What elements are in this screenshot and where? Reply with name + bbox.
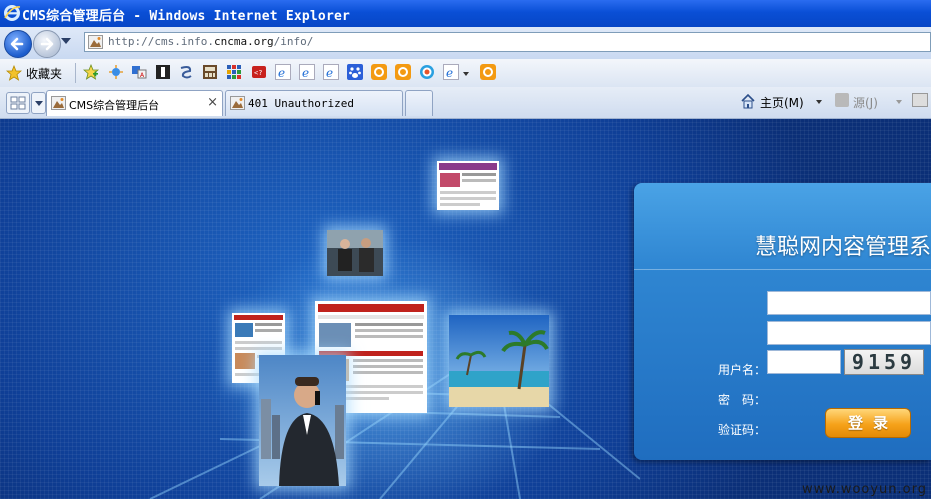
sun-shortcut-icon[interactable] (108, 64, 124, 80)
captcha-input[interactable] (767, 350, 841, 374)
password-label: 密 码： (718, 393, 767, 407)
more-links-dropdown-icon[interactable] (463, 72, 469, 76)
address-field[interactable]: http://cms.info.cncma.org/info/ (84, 32, 931, 52)
rss-feed-icon[interactable] (835, 93, 849, 107)
navigation-bar: http://cms.info.cncma.org/info/ (0, 27, 931, 59)
login-button[interactable]: 登录 (825, 408, 911, 438)
print-icon[interactable] (912, 93, 928, 107)
ie-link-icon[interactable]: e (323, 64, 339, 80)
svg-text:e: e (326, 66, 333, 80)
ie-link-icon[interactable]: e (299, 64, 315, 80)
site-favicon-icon (51, 96, 66, 110)
tab-bar: CMS综合管理后台 × 401 Unauthorized 主页(M) 源(J) (0, 87, 931, 119)
divider (634, 269, 931, 270)
orange-target-icon[interactable] (419, 64, 435, 80)
username-label: 用户名： (718, 363, 767, 377)
close-tab-icon[interactable]: × (207, 95, 218, 110)
calculator-icon[interactable] (202, 64, 218, 80)
favorites-star-icon[interactable] (6, 65, 22, 81)
watermark: www.wooyun.org (801, 482, 927, 497)
floating-beach-photo-card (449, 315, 549, 407)
orange-link-icon[interactable] (395, 64, 411, 80)
tab-cms-admin[interactable]: CMS综合管理后台 × (46, 90, 223, 116)
page-content: 慧聪网内容管理系 用户名： 密 码： 验证码： 9159 登录 www.wooy… (0, 119, 931, 499)
svg-text:e: e (278, 66, 285, 80)
home-button[interactable]: 主页(M) (760, 94, 804, 111)
tab-list-dropdown-button[interactable] (31, 92, 46, 114)
back-arrow-icon (10, 37, 24, 51)
floating-photo-card (327, 230, 383, 276)
add-favorite-icon[interactable] (83, 64, 99, 80)
ie-link-icon[interactable]: e (275, 64, 291, 80)
tab-label: CMS综合管理后台 (69, 99, 160, 112)
feeds-dropdown-icon[interactable] (896, 100, 902, 104)
new-tab-button[interactable] (405, 90, 433, 116)
orange-link-icon[interactable] (480, 64, 496, 80)
site-favicon-icon (230, 96, 245, 110)
captcha-label: 验证码： (718, 423, 767, 437)
translate-icon[interactable]: A (131, 64, 147, 80)
feeds-button[interactable]: 源(J) (853, 94, 878, 111)
tab-label: 401 Unauthorized (248, 97, 354, 110)
floating-website-card (437, 161, 499, 210)
quick-tabs-button[interactable] (6, 92, 30, 114)
back-button[interactable] (4, 30, 32, 58)
swirl-icon[interactable] (178, 64, 194, 80)
forward-button[interactable] (33, 30, 61, 58)
window-title: CMS综合管理后台 - Windows Internet Explorer (22, 9, 351, 24)
home-dropdown-icon[interactable] (816, 100, 822, 104)
login-panel: 慧聪网内容管理系 用户名： 密 码： 验证码： 9159 登录 (634, 183, 931, 460)
quick-tabs-icon (10, 96, 26, 110)
login-title: 慧聪网内容管理系 (755, 235, 931, 260)
username-input[interactable] (767, 291, 931, 315)
svg-text:<?: <? (254, 69, 262, 77)
baidu-paw-icon[interactable] (347, 64, 363, 80)
home-icon[interactable] (740, 93, 756, 109)
history-dropdown-icon[interactable] (61, 38, 71, 44)
ie-logo-icon (4, 5, 21, 21)
forward-arrow-icon (40, 37, 54, 51)
toolbar-separator (75, 63, 76, 83)
orange-link-icon[interactable] (371, 64, 387, 80)
grid-icon[interactable] (226, 64, 242, 80)
favorites-bar: 收藏夹 A <? e e e e (0, 59, 931, 88)
address-domain: cncma.org (213, 35, 274, 48)
shortcut-icon[interactable] (155, 64, 171, 80)
svg-text:e: e (446, 66, 453, 80)
red-tag-icon[interactable]: <? (251, 64, 267, 80)
address-url: http://cms.info.cncma.org/info/ (108, 35, 314, 48)
captcha-image[interactable]: 9159 (844, 349, 924, 375)
site-favicon-icon (88, 35, 103, 49)
favorites-label[interactable]: 收藏夹 (26, 65, 62, 82)
tab-401-unauthorized[interactable]: 401 Unauthorized (225, 90, 403, 116)
ie-link-icon[interactable]: e (443, 64, 459, 80)
window-title-bar: CMS综合管理后台 - Windows Internet Explorer (0, 0, 931, 27)
floating-businessman-photo-card (259, 355, 346, 486)
svg-text:e: e (302, 66, 309, 80)
password-input[interactable] (767, 321, 931, 345)
